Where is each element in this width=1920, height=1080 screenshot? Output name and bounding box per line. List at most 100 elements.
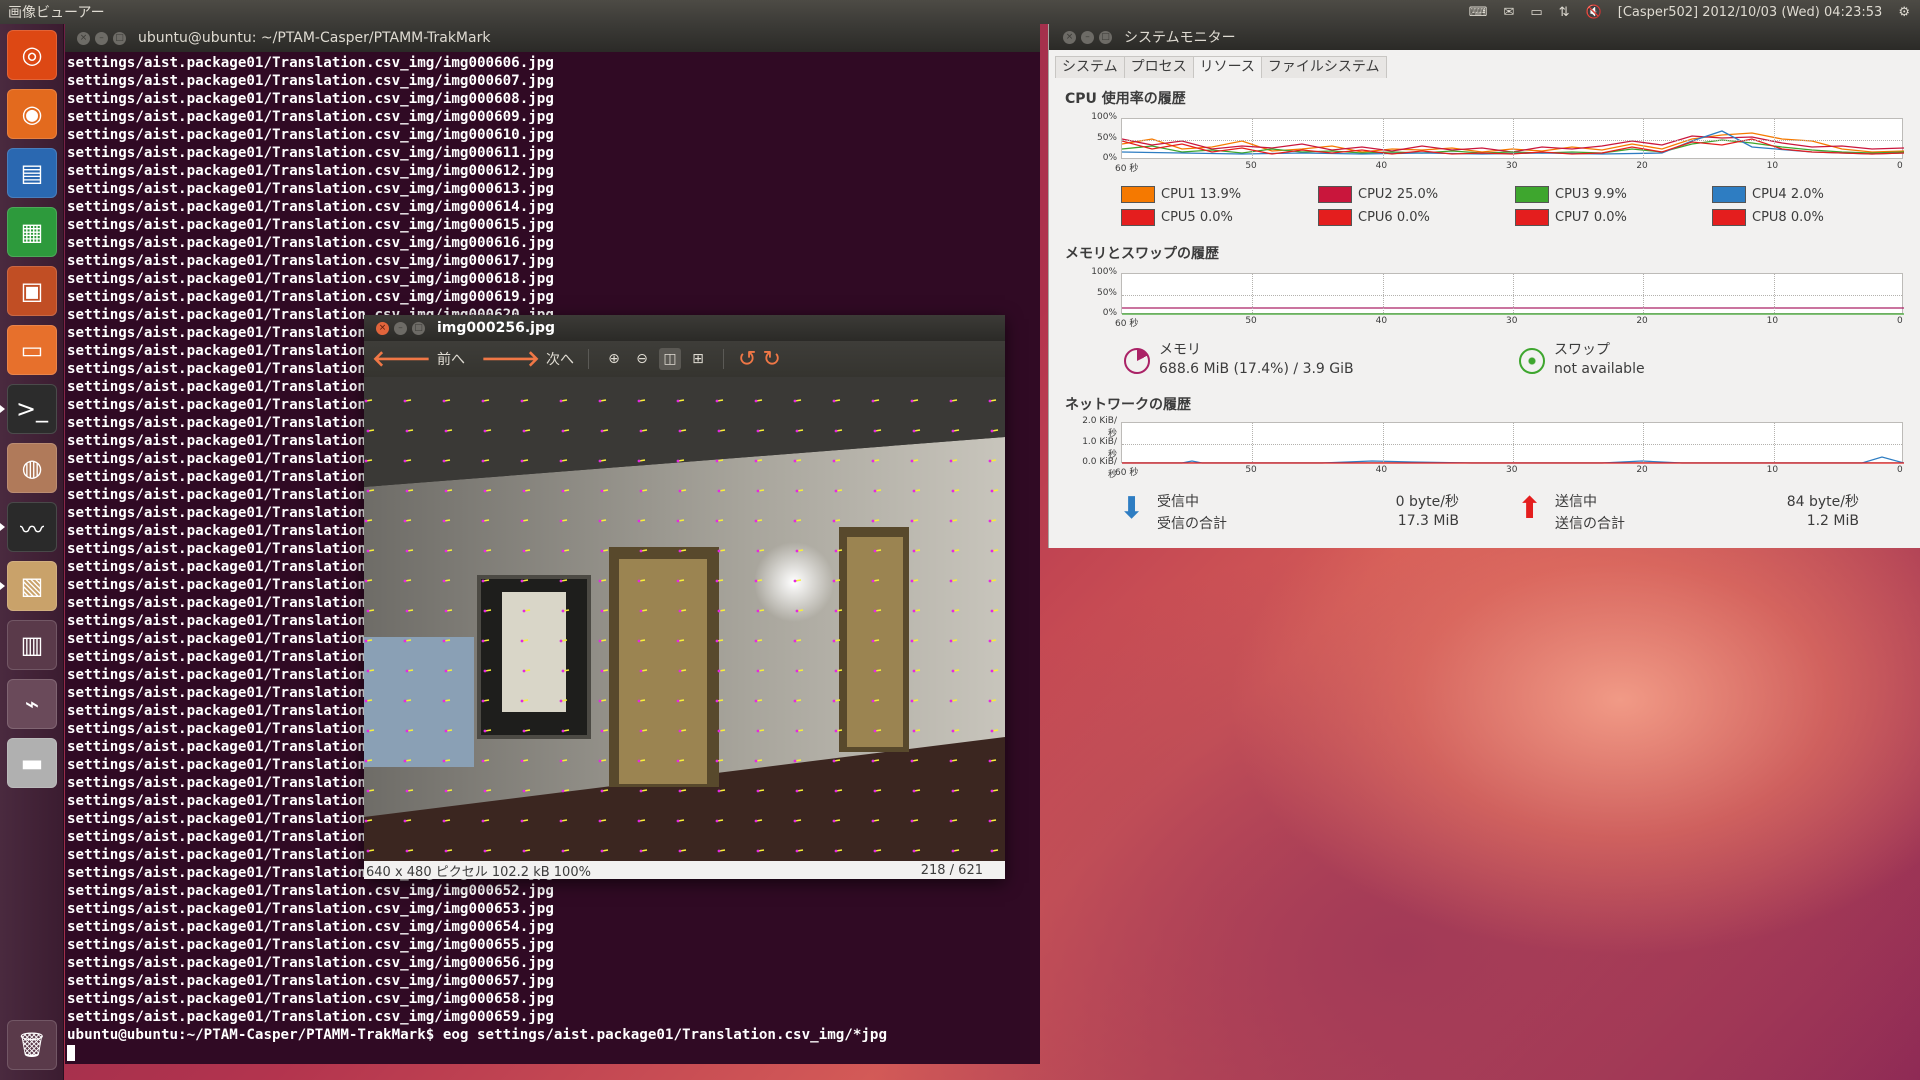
tab-2[interactable]: プロセス [1123, 56, 1194, 78]
gear-icon[interactable]: ⚙ [1898, 5, 1910, 20]
prev-arrow-icon[interactable]: 🡐 [372, 346, 431, 372]
track-marker-point [910, 699, 914, 703]
track-marker-point [403, 819, 407, 823]
track-marker-point [951, 669, 955, 673]
close-icon[interactable]: × [1063, 30, 1076, 44]
track-marker-point [871, 819, 875, 823]
track-marker-point [793, 639, 797, 643]
cpu-color-swatch[interactable] [1121, 209, 1155, 226]
zoom-normal-icon[interactable]: ◫ [659, 348, 681, 370]
system-monitor-icon[interactable]: 〰 [0, 502, 57, 552]
track-marker-point [912, 669, 916, 673]
system-monitor-window[interactable]: × – □ システムモニター システム プロセス リソース ファイルシステム CPU … [1048, 24, 1920, 548]
track-marker-point [990, 849, 994, 853]
track-marker-point [561, 549, 565, 553]
track-marker-point [873, 789, 877, 793]
network-x-tick: 20 [1636, 465, 1648, 475]
writer-icon[interactable]: ▤ [7, 148, 57, 198]
files-icon[interactable]: ▭ [7, 325, 57, 375]
cpu-color-swatch[interactable] [1318, 209, 1352, 226]
tab-1[interactable]: システム [1055, 56, 1125, 78]
minimize-icon[interactable]: – [394, 321, 407, 335]
cpu-color-swatch[interactable] [1515, 186, 1549, 203]
image-viewer-icon[interactable]: ▧ [0, 561, 57, 611]
maximize-icon[interactable]: □ [412, 321, 425, 335]
memory-label: メモリ [1159, 342, 1201, 358]
trash-icon[interactable]: 🗑 [7, 1020, 57, 1070]
track-marker-point [598, 819, 602, 823]
minimize-icon[interactable]: – [1081, 30, 1094, 44]
image-viewer-window[interactable]: × – □ img000256.jpg 🡐 前へ 🡒 次へ ⊕ ⊖ ◫ ⊞ ↺ … [364, 315, 1005, 880]
memory-grid-v [1643, 274, 1645, 313]
prev-button[interactable]: 前へ [437, 349, 465, 369]
cpu-color-swatch[interactable] [1515, 209, 1549, 226]
tab-3[interactable]: リソース [1192, 56, 1262, 78]
terminal-icon[interactable]: >_ [0, 384, 57, 434]
maximize-icon[interactable]: □ [113, 31, 126, 45]
track-marker-point [520, 399, 524, 403]
track-marker-point [366, 849, 370, 853]
network-icon[interactable]: ⇅ [1559, 5, 1570, 20]
sysmon-tabs: システム プロセス リソース ファイルシステム [1055, 56, 1920, 78]
minimize-icon[interactable]: – [95, 31, 108, 45]
memory-value: 688.6 MiB (17.4%) / 3.9 GiB [1159, 361, 1354, 377]
track-marker-point [637, 399, 641, 403]
track-marker-point [481, 459, 485, 463]
tab-4[interactable]: ファイルシステム [1260, 56, 1387, 78]
displayed-image[interactable] [364, 377, 1005, 861]
rotate-left-icon[interactable]: ↺ [738, 347, 756, 372]
next-arrow-icon[interactable]: 🡒 [481, 346, 540, 372]
track-marker-point [522, 669, 526, 673]
firefox-icon[interactable]: ◉ [7, 89, 57, 139]
battery-icon[interactable]: ▭ [1530, 5, 1542, 20]
workspace-switcher-icon[interactable]: ▥ [7, 620, 57, 670]
track-marker-point [639, 489, 643, 493]
memory-grid-v [1513, 274, 1514, 313]
impress-icon[interactable]: ▣ [7, 266, 57, 316]
track-marker-point [834, 549, 838, 553]
cpu-color-swatch[interactable] [1318, 186, 1352, 203]
zoom-fit-icon[interactable]: ⊞ [687, 348, 709, 370]
next-button[interactable]: 次へ [546, 349, 574, 369]
calc-icon[interactable]: ▦ [7, 207, 57, 257]
track-marker-point [910, 399, 914, 403]
mail-icon[interactable]: ✉ [1503, 5, 1514, 20]
clock[interactable]: [Casper502] 2012/10/03 (Wed) 04:23:53 [1618, 5, 1883, 20]
close-icon[interactable]: × [376, 321, 389, 335]
cpu-color-swatch[interactable] [1712, 186, 1746, 203]
disk-drive-icon[interactable]: ▬ [7, 738, 57, 788]
network-grid-v [1382, 423, 1384, 462]
memory-grid-v [1773, 274, 1775, 313]
image-viewer-titlebar[interactable]: × – □ img000256.jpg [364, 315, 1005, 341]
zoom-out-icon[interactable]: ⊖ [631, 348, 653, 370]
rotate-right-icon[interactable]: ↻ [762, 347, 780, 372]
memory-pie-icon[interactable] [1124, 348, 1150, 374]
volume-muted-icon[interactable]: 🔇 [1586, 5, 1602, 20]
track-marker-point [639, 549, 643, 553]
cpu-color-swatch[interactable] [1121, 186, 1155, 203]
track-marker-point [873, 849, 877, 853]
track-marker-point [912, 429, 916, 433]
ubuntu-dash-icon[interactable]: ◎ [7, 30, 57, 80]
cpu-grid-v [1382, 119, 1384, 158]
cpu-y-tick: 100% [1091, 112, 1117, 122]
terminal-titlebar[interactable]: × – □ ubuntu@ubuntu: ~/PTAM-Casper/PTAMM… [65, 24, 1040, 52]
network-x-tick: 50 [1245, 465, 1257, 475]
maximize-icon[interactable]: □ [1099, 30, 1112, 44]
sysmon-titlebar[interactable]: × – □ システムモニター [1049, 24, 1920, 50]
track-marker-point [715, 519, 719, 523]
close-icon[interactable]: × [77, 31, 90, 45]
keyboard-icon[interactable]: ⌨ [1469, 5, 1488, 20]
software-center-icon[interactable]: ◍ [7, 443, 57, 493]
image-viewer-title: img000256.jpg [437, 320, 556, 336]
swap-pie-icon[interactable] [1519, 348, 1545, 374]
track-marker-point [442, 759, 446, 763]
usb-drive-icon[interactable]: ⌁ [7, 679, 57, 729]
track-marker-point [949, 459, 953, 463]
track-marker-point [483, 849, 487, 853]
terminal-prompt[interactable]: ubuntu@ubuntu:~/PTAM-Casper/PTAMM-TrakMa… [65, 1026, 1040, 1062]
track-marker-point [678, 549, 682, 553]
directory-board-text [502, 592, 566, 712]
zoom-in-icon[interactable]: ⊕ [603, 348, 625, 370]
cpu-color-swatch[interactable] [1712, 209, 1746, 226]
